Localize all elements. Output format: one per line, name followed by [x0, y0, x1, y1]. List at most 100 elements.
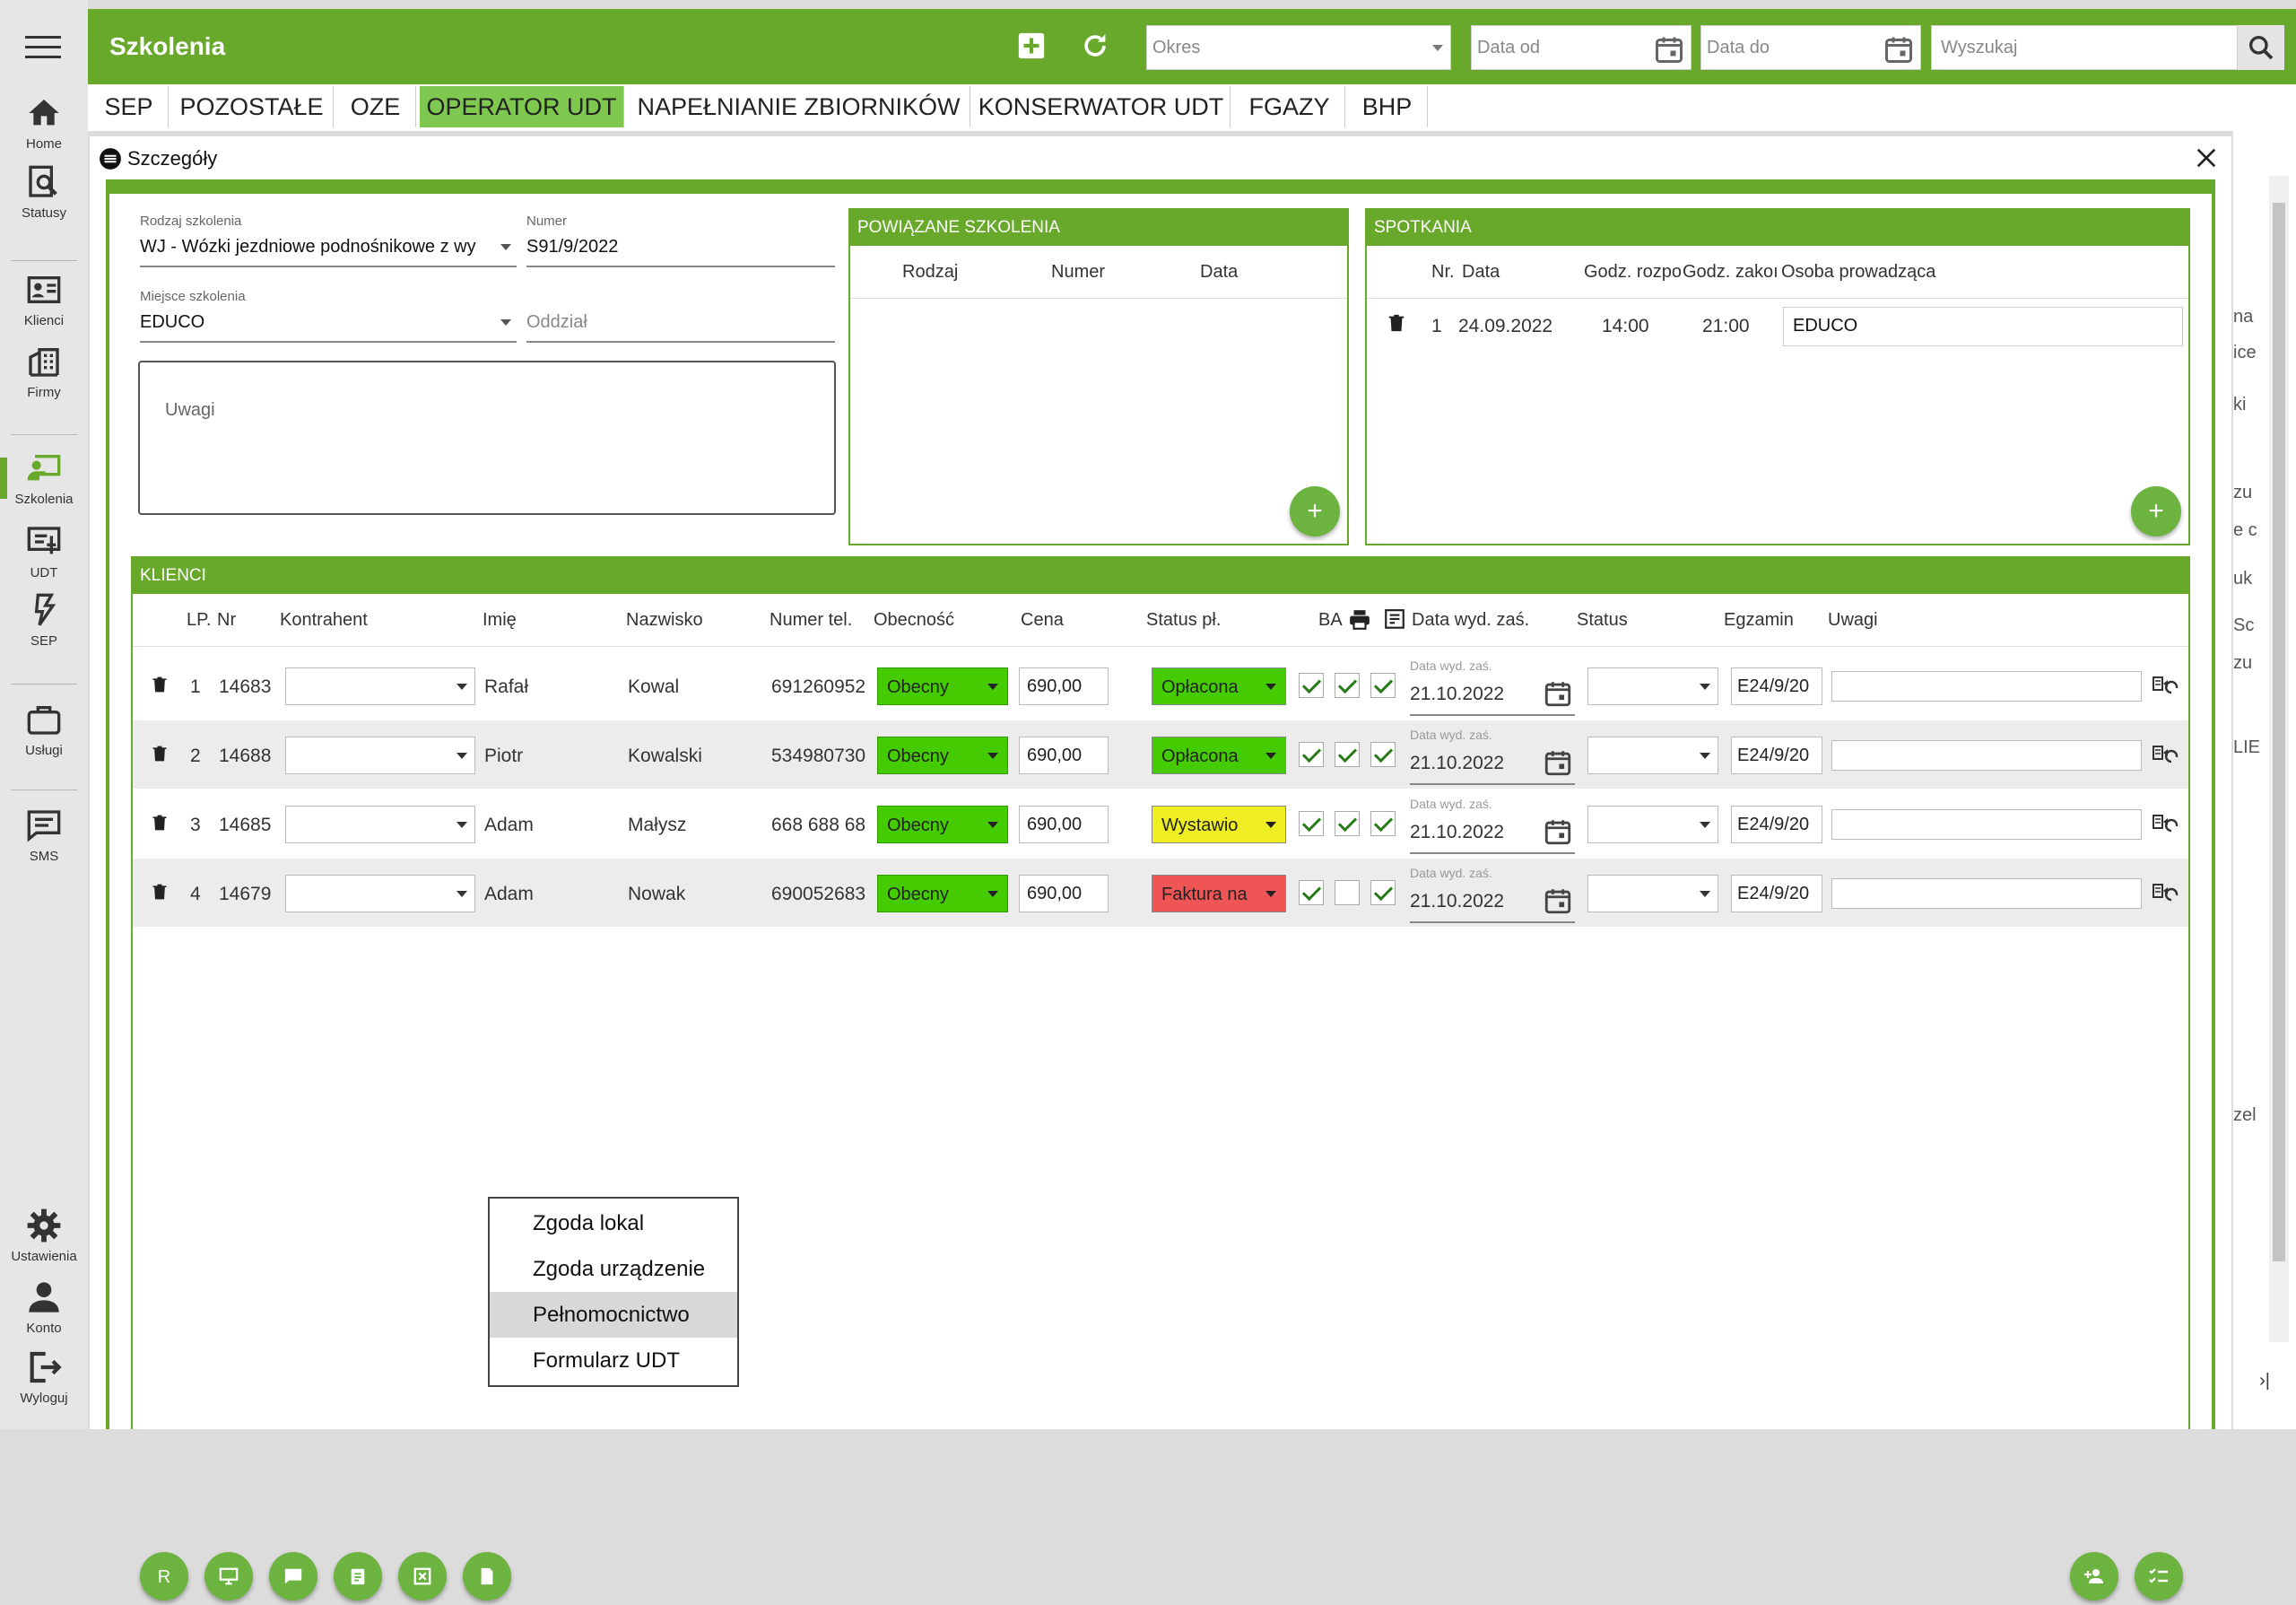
nav-klienci[interactable]: Klienci [0, 272, 88, 328]
nav-ustawienia[interactable]: Ustawienia [0, 1208, 88, 1264]
training-type-select[interactable]: WJ - Wózki jezdniowe podnośnikowe z wy [140, 231, 517, 267]
calendar-icon[interactable] [1543, 885, 1573, 920]
contractor-select[interactable] [285, 875, 475, 912]
nav-szkolenia[interactable]: Szkolenia [0, 450, 88, 507]
presentation-button[interactable] [204, 1552, 253, 1601]
tab-fgazy[interactable]: FGAZY [1234, 86, 1345, 127]
scrollbar-thumb[interactable] [2273, 203, 2285, 1261]
date-from-field[interactable]: Data od [1471, 25, 1692, 70]
nav-sms[interactable]: SMS [0, 807, 88, 864]
checklist-button[interactable] [2135, 1552, 2183, 1601]
add-related-button[interactable]: + [1290, 486, 1340, 536]
branch-field[interactable]: Oddział [526, 307, 835, 343]
menu-item-pelnomocnictwo[interactable]: Pełnomocnictwo [490, 1292, 737, 1338]
document-checkbox[interactable] [1370, 673, 1396, 698]
table-row[interactable]: 1 14683 Rafał Kowal 691260952 Obecny 690,00 Opł… [133, 651, 2188, 720]
price-input[interactable]: 690,00 [1019, 806, 1109, 843]
notes-textarea[interactable]: Uwagi [138, 361, 836, 515]
nav-wyloguj[interactable]: Wyloguj [0, 1349, 88, 1406]
calendar-icon[interactable] [1543, 747, 1573, 782]
exam-field[interactable]: E24/9/20 [1731, 875, 1822, 912]
document-checkbox[interactable] [1370, 811, 1396, 836]
presence-select[interactable]: Obecny [877, 806, 1008, 843]
table-row[interactable]: 4 14679 Adam Nowak 690052683 Obecny 690,00 Fakt… [133, 859, 2188, 927]
nav-statusy[interactable]: Statusy [0, 164, 88, 221]
trash-icon[interactable] [151, 813, 169, 837]
tab-konserwator-udt[interactable]: KONSERWATOR UDT [972, 86, 1231, 127]
notes-input[interactable] [1831, 878, 2142, 909]
presence-select[interactable]: Obecny [877, 737, 1008, 774]
number-field[interactable]: S91/9/2022 [526, 231, 835, 267]
document-checkbox[interactable] [1370, 742, 1396, 767]
print-checkbox[interactable] [1335, 742, 1360, 767]
exam-field[interactable]: E24/9/20 [1731, 667, 1822, 705]
return-document-icon[interactable] [2152, 675, 2179, 699]
return-document-icon[interactable] [2152, 882, 2179, 906]
calendar-icon[interactable] [1543, 816, 1573, 851]
search-button[interactable] [2238, 25, 2284, 70]
status-select[interactable] [1587, 806, 1718, 843]
documents-button[interactable] [463, 1552, 511, 1601]
trash-icon[interactable] [1387, 312, 1406, 334]
period-select[interactable]: Okres [1146, 25, 1451, 70]
status-select[interactable] [1587, 875, 1718, 912]
add-client-button[interactable] [2070, 1552, 2118, 1601]
add-meeting-button[interactable]: + [2131, 486, 2181, 536]
exam-field[interactable]: E24/9/20 [1731, 737, 1822, 774]
print-checkbox[interactable] [1335, 673, 1360, 698]
contractor-select[interactable] [285, 737, 475, 774]
payment-status-select[interactable]: Opłacona [1152, 667, 1286, 705]
contractor-select[interactable] [285, 667, 475, 705]
nav-sep[interactable]: SEP [0, 592, 88, 649]
nav-konto[interactable]: Konto [0, 1279, 88, 1336]
ba-checkbox[interactable] [1299, 673, 1324, 698]
notes-input[interactable] [1831, 671, 2142, 702]
clipboard-button[interactable] [334, 1552, 382, 1601]
nav-firmy[interactable]: Firmy [0, 344, 88, 400]
last-page-button[interactable]: ›| [2244, 1360, 2285, 1401]
menu-item-formularz-udt[interactable]: Formularz UDT [490, 1338, 737, 1383]
ba-checkbox[interactable] [1299, 880, 1324, 905]
print-checkbox[interactable] [1335, 880, 1360, 905]
table-row[interactable]: 3 14685 Adam Małysz 668 688 68 Obecny 690,00 Wy… [133, 789, 2188, 858]
issue-date-field[interactable]: Data wyd. zaś. 21.10.2022 [1410, 866, 1575, 923]
menu-item-zgoda-urzadzenie[interactable]: Zgoda urządzenie [490, 1246, 737, 1292]
date-to-field[interactable]: Data do [1700, 25, 1921, 70]
presence-select[interactable]: Obecny [877, 667, 1008, 705]
contractor-select[interactable] [285, 806, 475, 843]
meeting-person-field[interactable]: EDUCO [1783, 307, 2183, 346]
print-checkbox[interactable] [1335, 811, 1360, 836]
trash-icon[interactable] [151, 675, 169, 699]
nav-home[interactable]: Home [0, 95, 88, 152]
hamburger-menu-button[interactable] [25, 34, 61, 61]
issue-date-field[interactable]: Data wyd. zaś. 21.10.2022 [1410, 728, 1575, 785]
tab-operator-udt[interactable]: OPERATOR UDT [420, 86, 624, 127]
close-button[interactable] [2192, 144, 2221, 172]
menu-item-zgoda-lokal[interactable]: Zgoda lokal [490, 1200, 737, 1246]
payment-status-select[interactable]: Opłacona [1152, 737, 1286, 774]
price-input[interactable]: 690,00 [1019, 667, 1109, 705]
table-row[interactable]: 2 14688 Piotr Kowalski 534980730 Obecny 690,00… [133, 720, 2188, 789]
tab-pozostale[interactable]: POZOSTAŁE [170, 86, 334, 127]
payment-status-select[interactable]: Wystawio [1152, 806, 1286, 843]
nav-uslugi[interactable]: Usługi [0, 702, 88, 758]
tab-bhp[interactable]: BHP [1347, 86, 1428, 127]
calendar-icon[interactable] [1883, 33, 1915, 65]
issue-date-field[interactable]: Data wyd. zaś. 21.10.2022 [1410, 797, 1575, 854]
status-select[interactable] [1587, 737, 1718, 774]
payment-status-select[interactable]: Faktura na [1152, 875, 1286, 912]
calendar-icon[interactable] [1653, 33, 1685, 65]
excel-export-button[interactable] [398, 1552, 447, 1601]
tab-napelnianie-zbiornikow[interactable]: NAPEŁNIANIE ZBIORNIKÓW [628, 86, 970, 127]
place-select[interactable]: EDUCO [140, 307, 517, 343]
refresh-button[interactable] [1080, 31, 1110, 61]
ba-checkbox[interactable] [1299, 811, 1324, 836]
nav-udt[interactable]: UDT [0, 524, 88, 580]
presence-select[interactable]: Obecny [877, 875, 1008, 912]
issue-date-field[interactable]: Data wyd. zaś. 21.10.2022 [1410, 659, 1575, 716]
message-button[interactable] [269, 1552, 317, 1601]
document-checkbox[interactable] [1370, 880, 1396, 905]
table-row[interactable]: 1 24.09.2022 14:00 21:00 EDUCO [1367, 303, 2188, 350]
price-input[interactable]: 690,00 [1019, 875, 1109, 912]
tab-oze[interactable]: OZE [335, 86, 416, 127]
